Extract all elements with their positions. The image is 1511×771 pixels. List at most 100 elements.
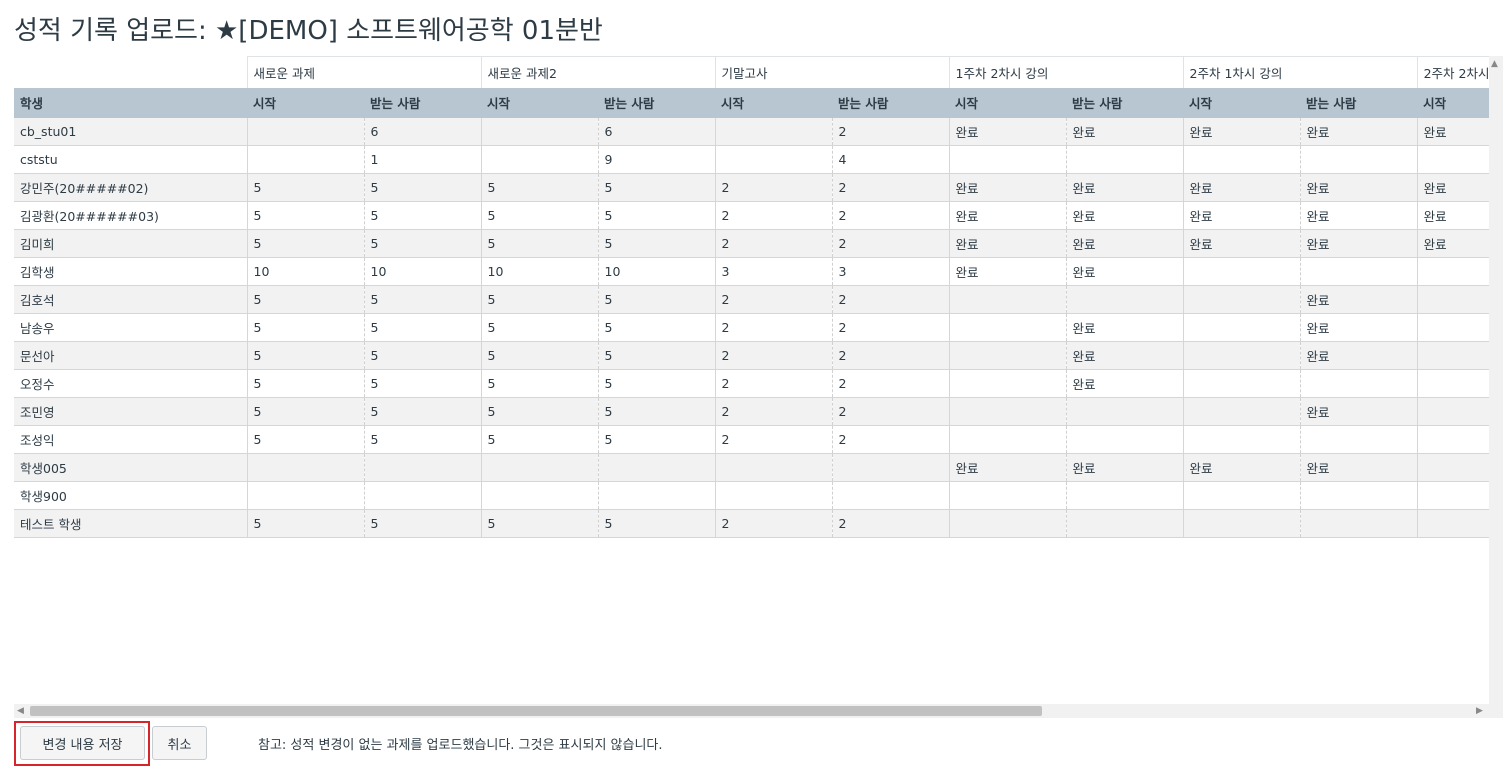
grade-cell[interactable]: 완료 — [1065, 229, 1184, 258]
grade-cell[interactable]: 2 — [714, 313, 833, 342]
grade-cell[interactable]: 완료 — [948, 117, 1067, 146]
grade-cell[interactable]: 2 — [831, 425, 950, 454]
grade-cell[interactable] — [1416, 453, 1489, 482]
grade-cell[interactable] — [948, 481, 1067, 510]
grade-cell[interactable] — [831, 453, 950, 482]
grade-cell[interactable]: 5 — [246, 229, 364, 258]
grade-column-header[interactable]: 시작 — [1183, 87, 1301, 118]
grade-cell[interactable]: 5 — [246, 397, 364, 426]
grade-cell[interactable]: 5 — [597, 285, 716, 314]
grade-cell[interactable]: 5 — [480, 369, 599, 398]
grade-cell[interactable]: 9 — [597, 145, 716, 174]
grade-cell[interactable] — [714, 481, 833, 510]
grade-cell[interactable]: 10 — [363, 257, 482, 286]
grade-cell[interactable]: 2 — [714, 509, 833, 538]
vertical-scrollbar[interactable]: ▲ — [1489, 56, 1503, 704]
grade-cell[interactable]: 완료 — [1416, 229, 1489, 258]
grade-cell[interactable] — [246, 453, 364, 482]
grade-cell[interactable]: 5 — [246, 425, 364, 454]
grade-cell[interactable]: 완료 — [1065, 201, 1184, 230]
grade-cell[interactable] — [246, 145, 364, 174]
grade-cell[interactable] — [1299, 369, 1418, 398]
grade-cell[interactable] — [1416, 313, 1489, 342]
grade-cell[interactable]: 완료 — [1416, 117, 1489, 146]
grade-cell[interactable] — [1182, 397, 1301, 426]
horizontal-scrollbar[interactable]: ◀ ▶ — [14, 704, 1489, 718]
grade-cell[interactable]: 5 — [363, 229, 482, 258]
grade-cell[interactable] — [714, 117, 833, 146]
grade-cell[interactable]: 5 — [597, 229, 716, 258]
grade-cell[interactable] — [1416, 425, 1489, 454]
grade-cell[interactable] — [1416, 397, 1489, 426]
grade-cell[interactable]: 5 — [480, 173, 599, 202]
grade-cell[interactable] — [597, 481, 716, 510]
grade-cell[interactable] — [1416, 257, 1489, 286]
grade-cell[interactable]: 완료 — [1299, 285, 1418, 314]
grade-column-header[interactable]: 받는 사람 — [1066, 87, 1184, 118]
grade-cell[interactable]: 2 — [714, 369, 833, 398]
grade-cell[interactable] — [1182, 509, 1301, 538]
cancel-button[interactable]: 취소 — [152, 726, 207, 760]
grade-cell[interactable]: 완료 — [1065, 257, 1184, 286]
grade-cell[interactable]: 2 — [714, 341, 833, 370]
grade-cell[interactable]: 2 — [831, 313, 950, 342]
grade-cell[interactable]: 완료 — [948, 173, 1067, 202]
grade-cell[interactable]: 완료 — [1299, 173, 1418, 202]
grade-cell[interactable]: 5 — [480, 229, 599, 258]
grade-cell[interactable]: 완료 — [1065, 341, 1184, 370]
grade-cell[interactable]: 완료 — [1299, 201, 1418, 230]
grade-cell[interactable]: 5 — [246, 173, 364, 202]
grade-cell[interactable] — [480, 145, 599, 174]
grade-cell[interactable] — [1416, 481, 1489, 510]
grade-cell[interactable]: 10 — [246, 257, 364, 286]
grade-cell[interactable]: 5 — [246, 201, 364, 230]
grade-cell[interactable] — [948, 369, 1067, 398]
grade-cell[interactable]: 5 — [480, 313, 599, 342]
grade-cell[interactable]: 5 — [597, 201, 716, 230]
grade-cell[interactable]: 6 — [363, 117, 482, 146]
grade-cell[interactable] — [1416, 509, 1489, 538]
grade-cell[interactable]: 5 — [246, 285, 364, 314]
grade-cell[interactable] — [1065, 397, 1184, 426]
grade-cell[interactable] — [246, 481, 364, 510]
grade-cell[interactable]: 5 — [363, 509, 482, 538]
grade-cell[interactable]: 완료 — [1182, 229, 1301, 258]
grade-cell[interactable] — [1182, 145, 1301, 174]
grade-cell[interactable]: 5 — [480, 397, 599, 426]
grade-cell[interactable] — [1299, 257, 1418, 286]
grade-cell[interactable]: 완료 — [1416, 173, 1489, 202]
grade-cell[interactable]: 5 — [246, 313, 364, 342]
grade-cell[interactable]: 완료 — [1299, 453, 1418, 482]
grade-cell[interactable] — [948, 397, 1067, 426]
grade-cell[interactable]: 완료 — [948, 453, 1067, 482]
grade-cell[interactable]: 2 — [831, 201, 950, 230]
grade-cell[interactable] — [1182, 257, 1301, 286]
grade-cell[interactable]: 6 — [597, 117, 716, 146]
grade-cell[interactable]: 완료 — [1065, 313, 1184, 342]
grade-cell[interactable] — [480, 481, 599, 510]
grade-cell[interactable]: 5 — [480, 425, 599, 454]
grade-cell[interactable] — [1416, 369, 1489, 398]
grade-cell[interactable]: 5 — [246, 341, 364, 370]
grade-cell[interactable]: 5 — [597, 313, 716, 342]
grade-cell[interactable] — [1065, 145, 1184, 174]
grade-cell[interactable] — [948, 145, 1067, 174]
grade-cell[interactable]: 5 — [246, 369, 364, 398]
grade-cell[interactable]: 10 — [597, 257, 716, 286]
grade-cell[interactable]: 5 — [597, 173, 716, 202]
grade-cell[interactable]: 5 — [363, 313, 482, 342]
grade-cell[interactable]: 5 — [597, 341, 716, 370]
grade-column-header[interactable]: 받는 사람 — [832, 87, 950, 118]
grade-cell[interactable]: 완료 — [1065, 117, 1184, 146]
grade-column-header[interactable]: 시작 — [715, 87, 833, 118]
grade-cell[interactable]: 5 — [480, 201, 599, 230]
grade-cell[interactable]: 2 — [831, 117, 950, 146]
grade-cell[interactable]: 완료 — [1299, 341, 1418, 370]
grade-cell[interactable] — [1416, 285, 1489, 314]
grade-cell[interactable] — [948, 285, 1067, 314]
grade-cell[interactable]: 완료 — [1182, 453, 1301, 482]
grade-column-header[interactable]: 시작 — [481, 87, 599, 118]
grade-cell[interactable]: 3 — [714, 257, 833, 286]
grade-cell[interactable]: 1 — [363, 145, 482, 174]
grade-cell[interactable] — [1182, 313, 1301, 342]
